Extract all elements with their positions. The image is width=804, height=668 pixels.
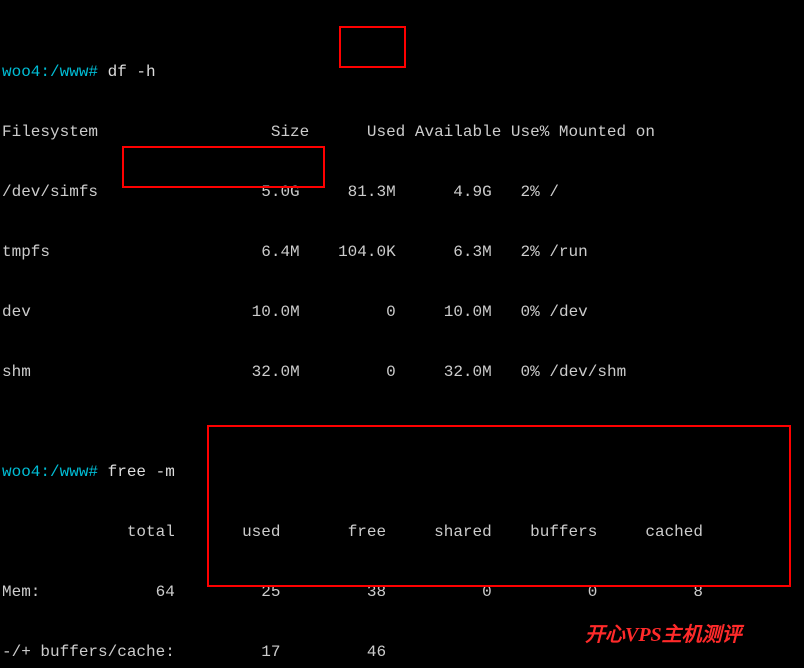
df-row: tmpfs 6.4M 104.0K 6.3M 2% /run (2, 242, 804, 262)
highlight-processes (207, 425, 791, 587)
terminal-output: woo4:/www# df -h Filesystem Size Used Av… (0, 0, 804, 668)
cmd-free: free -m (108, 463, 175, 481)
watermark-text: 开心VPS主机测评 (585, 625, 742, 645)
df-row: shm 32.0M 0 32.0M 0% /dev/shm (2, 362, 804, 382)
free-header: total used free shared buffers cached (2, 522, 804, 542)
free-mem: Mem: 64 25 38 0 0 8 (2, 582, 804, 602)
cmd-df: df -h (108, 63, 156, 81)
df-row: dev 10.0M 0 10.0M 0% /dev (2, 302, 804, 322)
prompt-path: woo4:/www# (2, 63, 98, 81)
prompt-path: woo4:/www# (2, 463, 98, 481)
df-row: /dev/simfs 5.0G 81.3M 4.9G 2% / (2, 182, 804, 202)
df-header: Filesystem Size Used Available Use% Moun… (2, 122, 804, 142)
